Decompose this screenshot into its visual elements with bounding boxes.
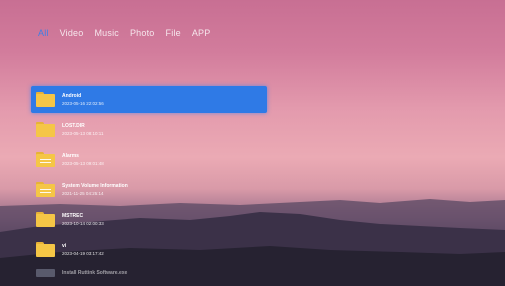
file-name: Alarms [62, 152, 79, 159]
list-item-system-volume-information[interactable]: System Volume Information 2021-11-25 04:… [31, 176, 267, 203]
file-name: Install Ruttink Software.exe [62, 269, 128, 276]
folder-icon [36, 122, 55, 137]
folder-icon [36, 212, 55, 227]
file-name: MSTREC [62, 212, 84, 219]
file-list: Android 2023-05-16 22:02:56 LOST.DIR 202… [31, 86, 267, 283]
folder-icon [36, 92, 55, 107]
tab-all[interactable]: All [38, 28, 49, 38]
file-date: 2023-10-14 02:00:33 [62, 220, 104, 226]
tab-app[interactable]: APP [192, 28, 211, 38]
category-tabs: All Video Music Photo File APP [38, 28, 210, 38]
list-item-alarms[interactable]: Alarms 2023-05-13 09:01:48 [31, 146, 267, 173]
list-item-android[interactable]: Android 2023-05-16 22:02:56 [31, 86, 267, 113]
file-date: 2023-05-16 22:02:56 [62, 100, 104, 106]
file-date: 2023-05-13 09:01:48 [62, 160, 104, 166]
file-date: 2023-04-19 03:17:42 [62, 250, 104, 256]
file-name: Android [62, 92, 82, 99]
folder-document-icon [36, 152, 55, 167]
tab-file[interactable]: File [166, 28, 181, 38]
list-item-install-file[interactable]: Install Ruttink Software.exe [31, 266, 267, 280]
file-name: vi [62, 242, 67, 249]
file-name: LOST.DIR [62, 122, 85, 129]
file-date: 2023-05-13 08:10:11 [62, 130, 104, 136]
list-item-mstrec[interactable]: MSTREC 2023-10-14 02:00:33 [31, 206, 267, 233]
tab-photo[interactable]: Photo [130, 28, 155, 38]
file-name: System Volume Information [62, 182, 128, 189]
tab-video[interactable]: Video [60, 28, 84, 38]
file-date: 2021-11-25 04:25:14 [62, 190, 104, 196]
list-item-vi[interactable]: vi 2023-04-19 03:17:42 [31, 236, 267, 263]
tab-music[interactable]: Music [94, 28, 119, 38]
file-icon [36, 269, 55, 277]
folder-document-icon [36, 182, 55, 197]
folder-icon [36, 242, 55, 257]
list-item-lost-dir[interactable]: LOST.DIR 2023-05-13 08:10:11 [31, 116, 267, 143]
